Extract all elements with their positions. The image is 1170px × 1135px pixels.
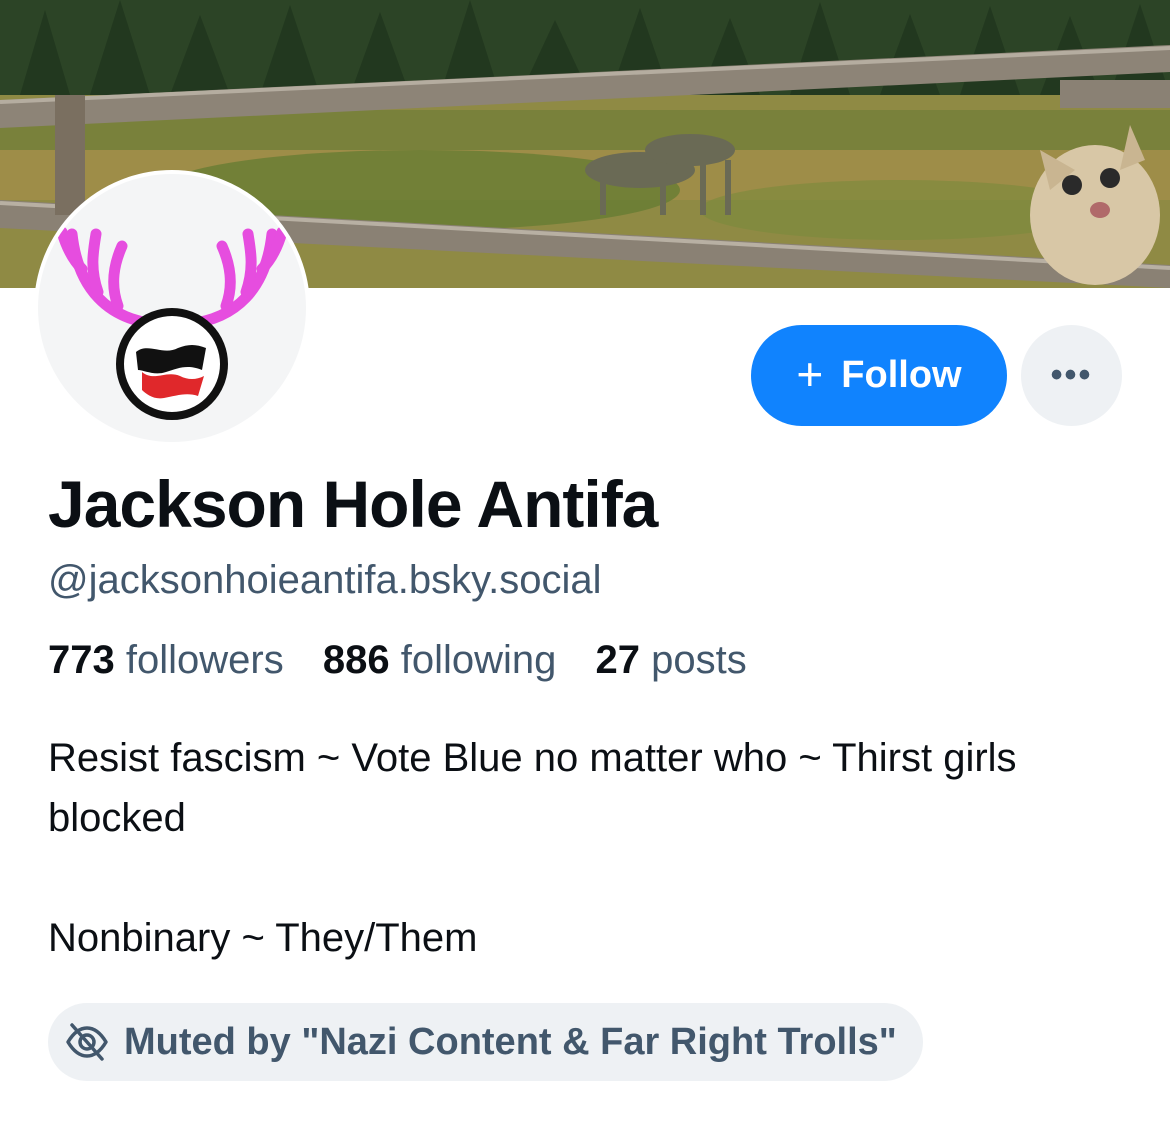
profile-stats: 773 followers 886 following 27 posts bbox=[48, 638, 775, 683]
follow-label: Follow bbox=[841, 354, 962, 396]
ellipsis-icon: ••• bbox=[1050, 356, 1093, 394]
posts-count: 27 bbox=[595, 638, 641, 682]
profile-handle: @jacksonhoieantifa.bsky.social bbox=[48, 558, 602, 602]
following-count: 886 bbox=[322, 638, 390, 682]
followers-count: 773 bbox=[48, 638, 115, 682]
plus-icon: + bbox=[796, 347, 824, 400]
following-link[interactable]: 886 following bbox=[323, 638, 557, 682]
posts-stat: 27 posts bbox=[596, 638, 747, 682]
muted-by-label: Muted by "Nazi Content & Far Right Troll… bbox=[124, 1020, 897, 1063]
display-name: Jackson Hole Antifa bbox=[48, 467, 658, 541]
bio-line: Resist fascism ~ Vote Blue no matter who… bbox=[48, 736, 1017, 840]
antlered-antifa-logo bbox=[56, 226, 288, 420]
followers-link[interactable]: 773 followers bbox=[48, 638, 284, 682]
following-label: following bbox=[400, 638, 557, 682]
eye-slash-icon bbox=[66, 1023, 108, 1061]
profile-bio: Resist fascism ~ Vote Blue no matter who… bbox=[48, 728, 1128, 968]
muted-by-list-pill[interactable]: Muted by "Nazi Content & Far Right Troll… bbox=[48, 1003, 923, 1081]
followers-label: followers bbox=[125, 638, 284, 682]
bio-line: Nonbinary ~ They/Them bbox=[48, 916, 478, 960]
avatar[interactable] bbox=[34, 170, 310, 446]
avatar-image bbox=[38, 174, 306, 442]
follow-button[interactable]: + Follow bbox=[751, 325, 1007, 426]
posts-label: posts bbox=[651, 638, 747, 682]
more-options-button[interactable]: ••• bbox=[1021, 325, 1122, 426]
